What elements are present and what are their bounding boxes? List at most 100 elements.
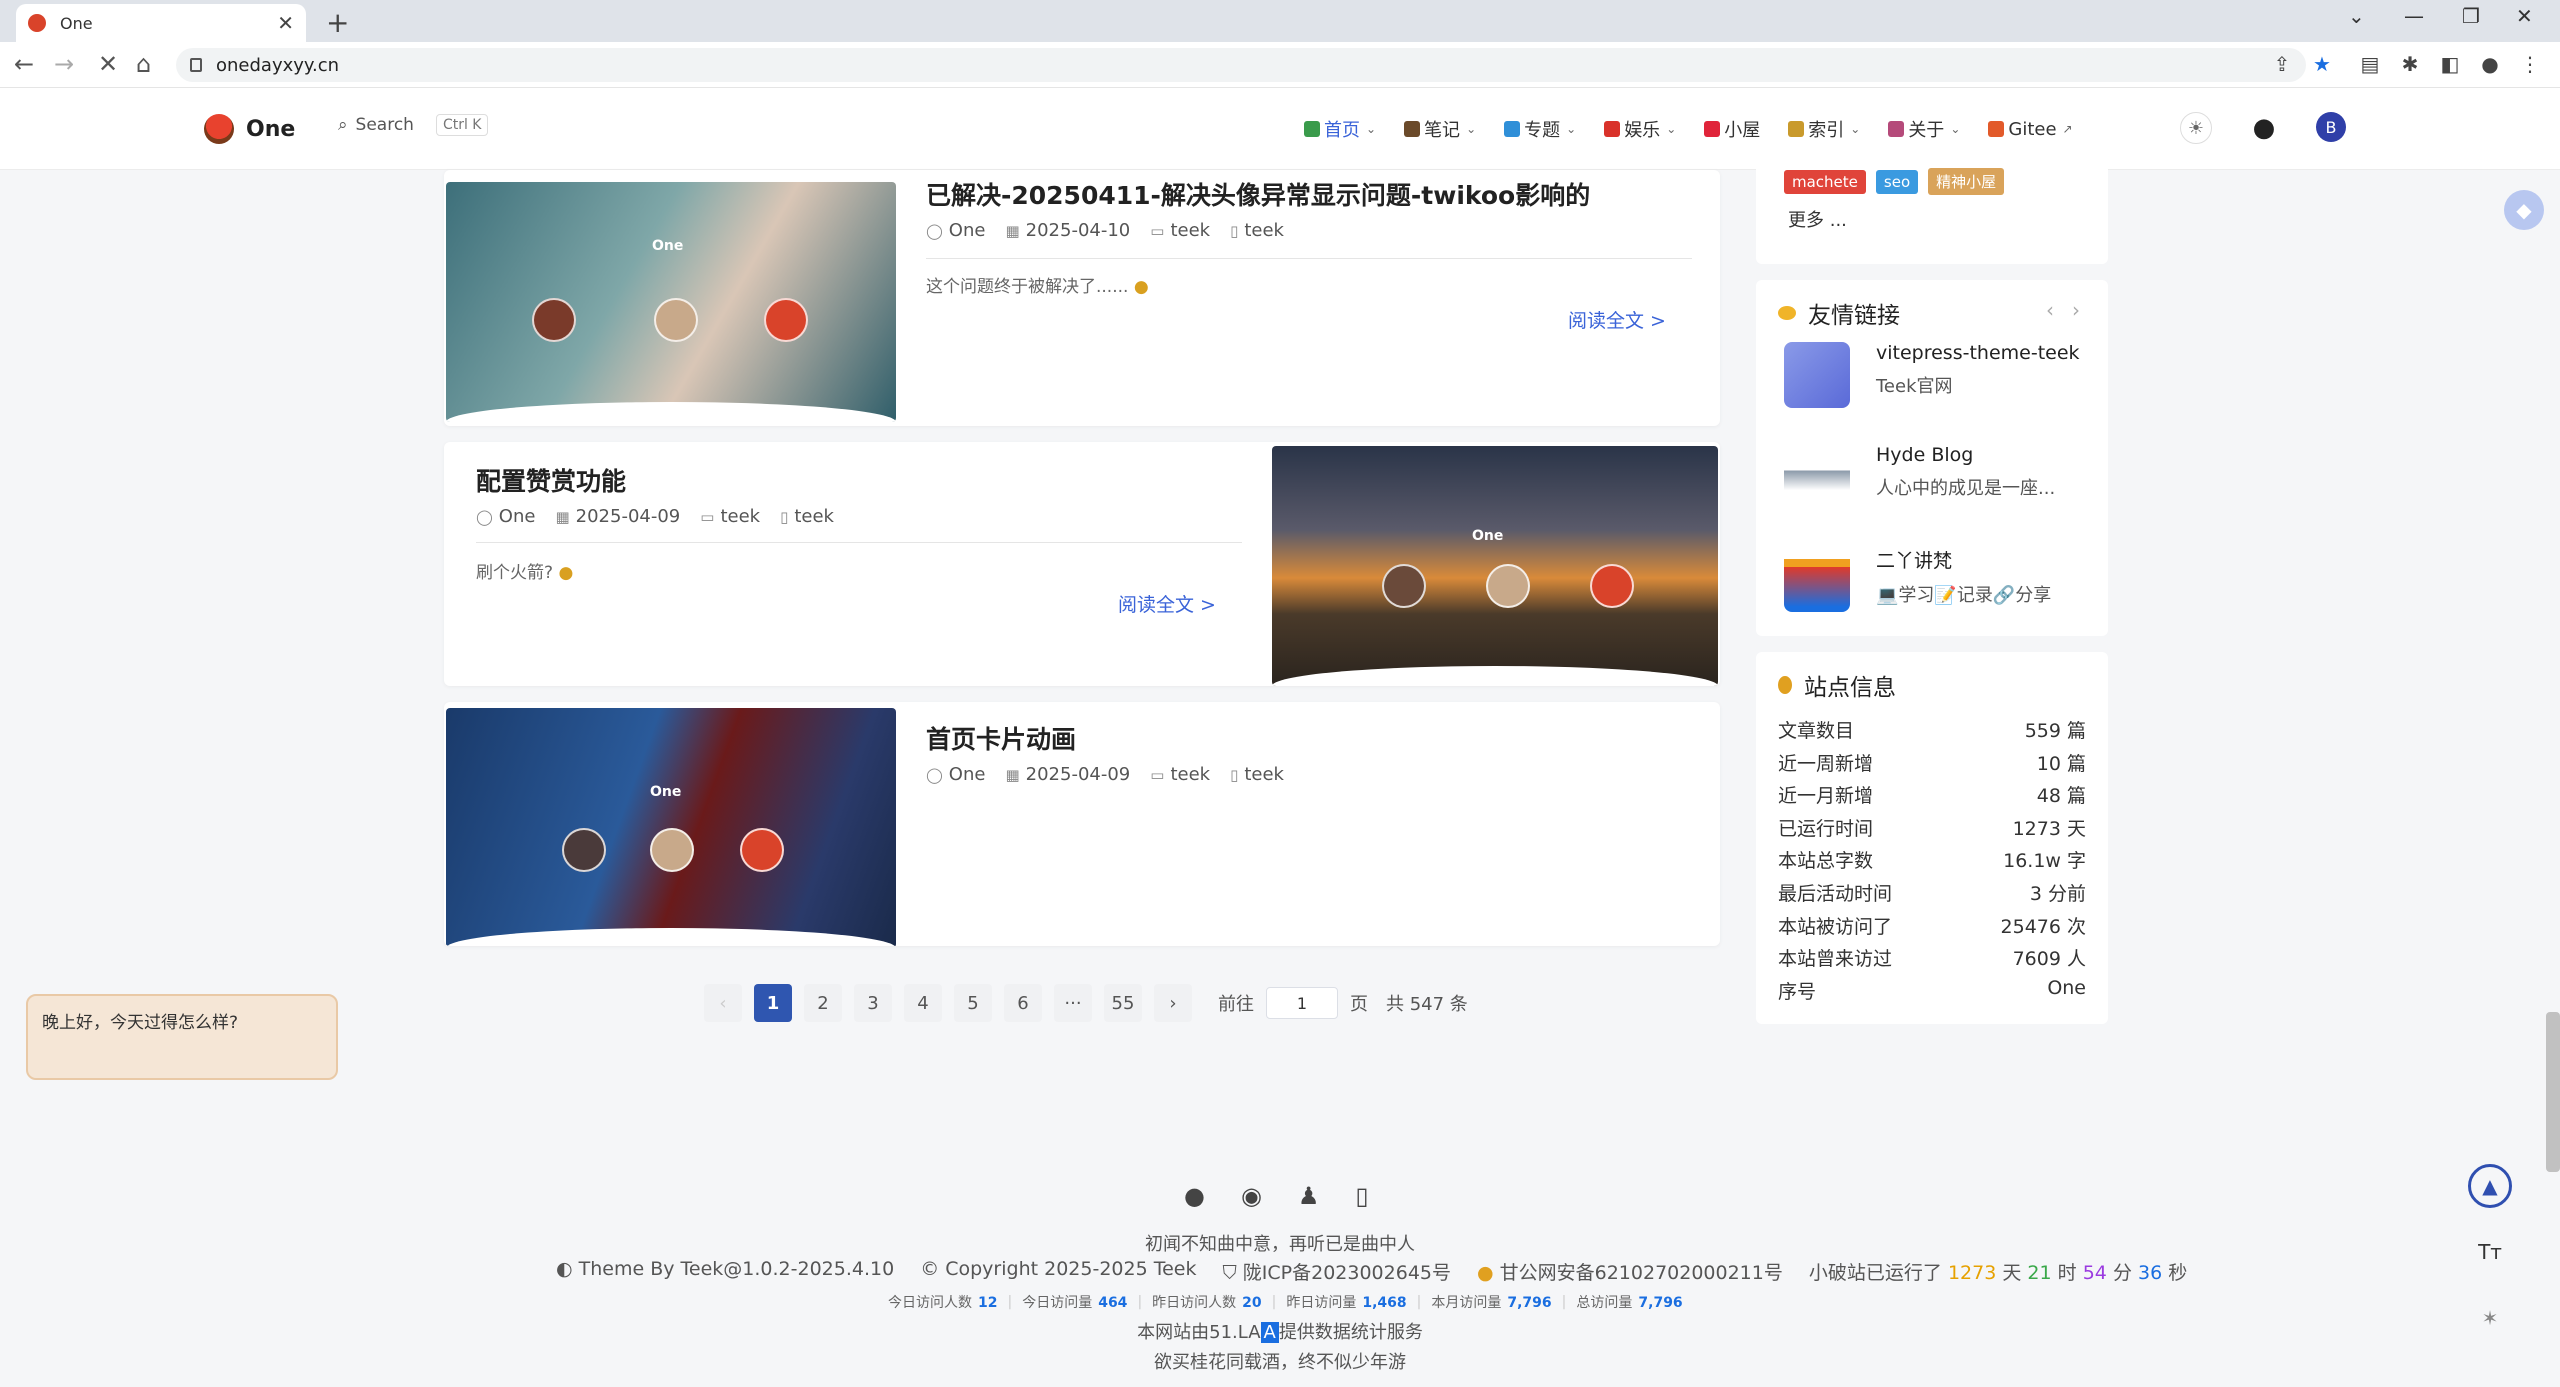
bookmark-star-icon[interactable]: ★ — [2310, 52, 2334, 76]
post-title[interactable]: 配置赞赏功能 — [476, 462, 626, 498]
nav-item[interactable]: 小屋 — [1704, 116, 1760, 142]
close-tab-icon[interactable]: ✕ — [277, 11, 294, 35]
nav-item[interactable]: 首页 ⌄ — [1304, 116, 1376, 142]
friend-link[interactable]: Hyde Blog 人心中的成见是一座... — [1784, 444, 2055, 510]
post-tag[interactable]: teek — [794, 506, 834, 527]
police-link[interactable]: ● 甘公网安备62102702000211号 — [1477, 1258, 1783, 1285]
calendar-icon: ▦ — [555, 508, 570, 526]
post-tag[interactable]: teek — [1244, 220, 1284, 241]
close-window-icon[interactable]: ✕ — [2516, 4, 2533, 28]
nav-item[interactable]: 笔记 ⌄ — [1404, 116, 1476, 142]
theme-credit[interactable]: ◐ Theme By Teek@1.0.2-2025.4.10 — [556, 1258, 894, 1285]
site-logo[interactable]: One — [204, 114, 295, 144]
browser-tab[interactable]: One ✕ — [16, 4, 306, 42]
nav-item-icon — [1504, 121, 1521, 137]
back-to-top-icon[interactable]: ▲ — [2468, 1164, 2512, 1208]
forward-icon[interactable]: → — [54, 50, 74, 78]
pagination: ‹ 1 2 3 4 5 6 ··· 55 › 前往 1 页 共 547 条 — [704, 984, 1468, 1022]
home-icon[interactable]: ⌂ — [136, 50, 151, 78]
nav-item-icon — [1704, 121, 1721, 137]
share-icon[interactable]: ⇪ — [2270, 52, 2294, 76]
page-button[interactable]: ··· — [1054, 984, 1092, 1022]
reading-list-icon[interactable]: ▤ — [2358, 52, 2382, 76]
post-card[interactable]: One 首页卡片动画 ◯ One ▦ 2025-04-09 ▭ teek ▯ teek — [444, 702, 1720, 946]
stat-label: 序号 — [1778, 980, 1817, 1003]
post-category[interactable]: teek — [1170, 764, 1210, 785]
post-excerpt: 这个问题终于被解决了...... ● — [926, 277, 1149, 297]
post-title[interactable]: 首页卡片动画 — [926, 720, 1076, 756]
extensions-icon[interactable]: ✱ — [2398, 52, 2422, 76]
tag-chip[interactable]: machete — [1784, 170, 1866, 194]
post-author[interactable]: One — [949, 220, 986, 241]
back-icon[interactable]: ← — [14, 50, 34, 78]
tag-chip[interactable]: 精神小屋 — [1928, 168, 2005, 195]
friend-link[interactable]: vitepress-theme-teek Teek官网 — [1784, 342, 2080, 408]
stat-label: 本站总字数 — [1778, 850, 1874, 873]
stat-row: 近一周新增 10 篇 — [1778, 749, 2086, 776]
icp-link[interactable]: ⛉ 陇ICP备2023002645号 — [1222, 1258, 1451, 1285]
font-size-button[interactable]: Tт — [2468, 1230, 2512, 1274]
post-card[interactable]: One 已解决-20250411-解决头像异常显示问题-twikoo影响的 ◯ O… — [444, 170, 1720, 426]
post-thumbnail[interactable]: One — [1272, 446, 1718, 686]
nav-item-icon — [1988, 121, 2005, 137]
post-category[interactable]: teek — [1170, 220, 1210, 241]
nav-item[interactable]: Gitee ↗ — [1988, 116, 2073, 142]
nav-item[interactable]: 娱乐 ⌄ — [1604, 116, 1676, 142]
sparkle-icon[interactable]: ✶ — [2468, 1296, 2512, 1340]
stat-row: 已运行时间 1273 天 — [1778, 814, 2086, 841]
user-avatar[interactable]: B — [2316, 112, 2346, 142]
post-thumbnail[interactable]: One — [446, 708, 896, 946]
qq-icon[interactable]: ♟ — [1298, 1182, 1320, 1210]
nav-item[interactable]: 关于 ⌄ — [1888, 116, 1960, 142]
profile-icon[interactable]: ● — [2478, 52, 2502, 76]
nav-item[interactable]: 索引 ⌄ — [1788, 116, 1860, 142]
handshake-icon — [1778, 306, 1796, 320]
goto-page-input[interactable]: 1 — [1266, 987, 1338, 1019]
post-title[interactable]: 已解决-20250411-解决头像异常显示问题-twikoo影响的 — [926, 176, 1590, 212]
next-page-button[interactable]: › — [1154, 984, 1192, 1022]
separator: | — [1416, 1294, 1422, 1310]
phone-icon[interactable]: ▯ — [1355, 1182, 1368, 1210]
github-icon[interactable]: ● — [1184, 1182, 1205, 1210]
search-shortcut: Ctrl K — [435, 114, 489, 136]
friend-link[interactable]: 二丫讲梵 💻学习📝记录🔗分享 — [1784, 546, 2051, 612]
tag-chip[interactable]: seo — [1875, 170, 1919, 194]
post-category[interactable]: teek — [720, 506, 760, 527]
page-button[interactable]: 6 — [1004, 984, 1042, 1022]
gitee-icon[interactable]: ◉ — [1241, 1182, 1262, 1210]
notification-icon[interactable]: ◆ — [2504, 190, 2544, 230]
minimize-icon[interactable]: — — [2404, 4, 2424, 28]
post-thumbnail[interactable]: One — [446, 182, 896, 422]
page-button[interactable]: 4 — [904, 984, 942, 1022]
search-button[interactable]: ⌕ Search Ctrl K — [338, 114, 489, 136]
read-more-link[interactable]: 阅读全文 > — [1118, 590, 1216, 617]
side-panel-icon[interactable]: ◧ — [2438, 52, 2462, 76]
nav-item[interactable]: 专题 ⌄ — [1504, 116, 1576, 142]
theme-toggle-icon[interactable]: ☀ — [2180, 112, 2212, 144]
greeting-bubble: 晚上好，今天过得怎么样? — [26, 994, 338, 1080]
read-more-link[interactable]: 阅读全文 > — [1568, 306, 1666, 333]
page-button[interactable]: 5 — [954, 984, 992, 1022]
tab-search-icon[interactable]: ⌄ — [2348, 4, 2365, 28]
post-author[interactable]: One — [949, 764, 986, 785]
restore-icon[interactable]: ❐ — [2462, 4, 2480, 28]
browser-menu-icon[interactable]: ⋮ — [2518, 52, 2542, 76]
github-icon[interactable]: ● — [2248, 112, 2280, 144]
page-button[interactable]: 2 — [804, 984, 842, 1022]
prev-page-button[interactable]: ‹ — [704, 984, 742, 1022]
friends-prev-icon[interactable]: ‹ — [2046, 298, 2054, 322]
stop-loading-icon[interactable]: ✕ — [98, 50, 118, 78]
stat-value: 3 分前 — [2029, 883, 2086, 905]
post-author[interactable]: One — [499, 506, 536, 527]
scrollbar-thumb[interactable] — [2546, 1012, 2560, 1172]
post-tag[interactable]: teek — [1244, 764, 1284, 785]
friends-next-icon[interactable]: › — [2072, 298, 2080, 322]
page-button[interactable]: 3 — [854, 984, 892, 1022]
post-card[interactable]: 配置赞赏功能 ◯ One ▦ 2025-04-09 ▭ teek ▯ teek 刷个火箭… — [444, 442, 1720, 686]
new-tab-button[interactable]: + — [326, 6, 349, 39]
page-button[interactable]: 55 — [1104, 984, 1142, 1022]
search-icon: ⌕ — [338, 115, 348, 135]
more-tags-link[interactable]: 更多 ... — [1788, 206, 1847, 232]
page-button[interactable]: 1 — [754, 984, 792, 1022]
url-field[interactable]: onedayxyy.cn — [176, 48, 2306, 82]
